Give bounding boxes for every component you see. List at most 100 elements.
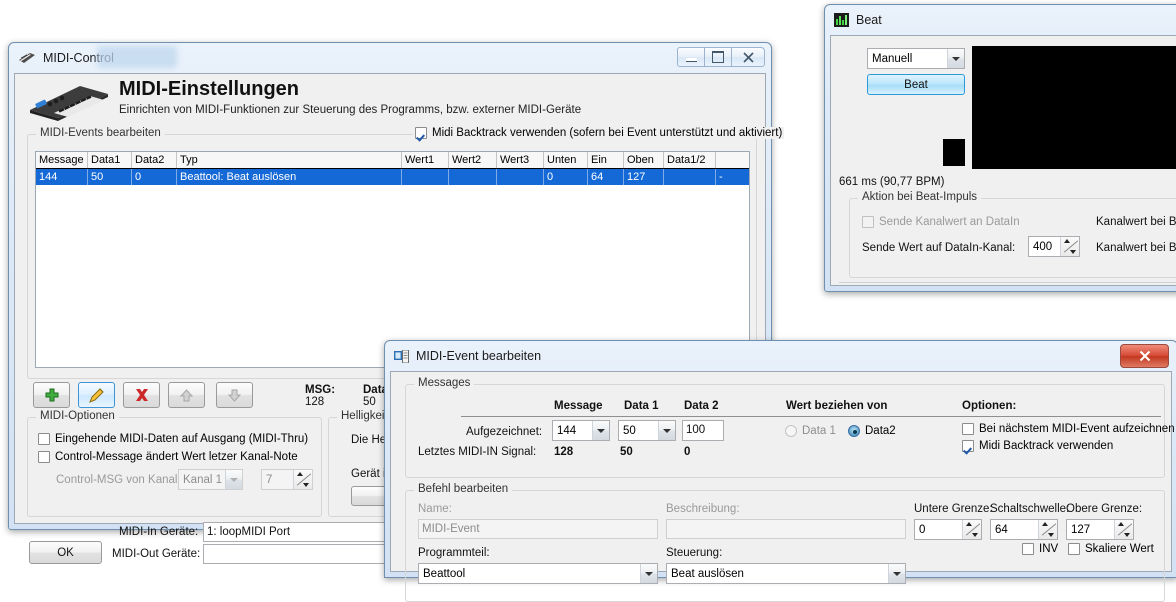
listview-rows: 144500Beattool: Beat auslösen064127- xyxy=(36,169,749,185)
recorded-message-select[interactable]: 144 xyxy=(552,420,610,441)
inv-checkbox[interactable]: INV xyxy=(1022,543,1058,555)
table-cell: 64 xyxy=(588,169,624,185)
column-header[interactable]: Data1 xyxy=(88,152,132,168)
column-header[interactable]: Wert1 xyxy=(402,152,449,168)
upper-limit-spinner[interactable]: 127 xyxy=(1066,519,1134,540)
listview-header-row: MessageData1Data2TypWert1Wert2Wert3Unten… xyxy=(36,152,749,169)
control-select-label: Steuerung: xyxy=(666,547,722,559)
control-select[interactable]: Beat auslösen xyxy=(666,563,906,584)
name-label: Name: xyxy=(418,503,452,515)
column-header[interactable]: Data2 xyxy=(132,152,177,168)
maximize-button[interactable] xyxy=(704,47,732,67)
move-up-button[interactable] xyxy=(168,382,205,408)
events-listview[interactable]: MessageData1Data2TypWert1Wert2Wert3Unten… xyxy=(35,151,750,368)
chevron-down-icon xyxy=(888,564,905,583)
table-cell xyxy=(664,169,716,185)
send-value-spinner[interactable]: 400 xyxy=(1028,236,1080,257)
column-header[interactable]: Wert3 xyxy=(497,152,544,168)
recorded-data2-input[interactable]: 100 xyxy=(682,420,724,441)
checkbox-box xyxy=(415,127,427,139)
midi-options-legend: MIDI-Optionen xyxy=(36,410,119,422)
control-msg-number-value: 7 xyxy=(262,474,293,486)
spinner-arrows[interactable] xyxy=(1114,520,1133,539)
midi-event-dialog: MIDI-Event bearbeiten Messages Message D… xyxy=(384,340,1176,578)
checkbox-box xyxy=(862,216,874,228)
threshold-spinner[interactable]: 64 xyxy=(990,519,1058,540)
radio-box xyxy=(785,425,797,437)
dialog-backtrack-checkbox[interactable]: Midi Backtrack verwenden xyxy=(962,440,1113,452)
last-signal-data1: 50 xyxy=(620,446,633,458)
midi-options-group: MIDI-Optionen Eingehende MIDI-Daten auf … xyxy=(27,417,322,517)
last-signal-label: Letztes MIDI-IN Signal: xyxy=(418,446,536,458)
edit-event-button[interactable] xyxy=(78,382,115,408)
table-cell: 0 xyxy=(544,169,588,185)
beat-equalizer-icon xyxy=(834,13,849,27)
value-from-data2-radio[interactable]: Data2 xyxy=(848,425,896,437)
column-header[interactable]: Unten xyxy=(544,152,588,168)
control-msg-channel-select[interactable]: Kanal 1 xyxy=(178,469,243,490)
column-header[interactable]: Wert2 xyxy=(449,152,497,168)
status-msg-label: MSG: xyxy=(305,384,335,396)
table-row[interactable]: 144500Beattool: Beat auslösen064127- xyxy=(36,169,749,185)
close-button[interactable] xyxy=(731,47,765,67)
event-dialog-close-button[interactable] xyxy=(1120,344,1169,368)
control-value: Beat auslösen xyxy=(667,568,888,580)
column-header[interactable]: Typ xyxy=(177,152,402,168)
record-next-event-checkbox[interactable]: Bei nächstem MIDI-Event aufzeichnen xyxy=(962,423,1175,435)
move-down-button[interactable] xyxy=(216,382,253,408)
midi-backtrack-checkbox[interactable]: Midi Backtrack verwenden (sofern bei Eve… xyxy=(413,127,784,139)
checkbox-box xyxy=(962,440,974,452)
spinner-arrows[interactable] xyxy=(1060,237,1079,256)
event-dialog-titlebar[interactable]: MIDI-Event bearbeiten xyxy=(385,341,1176,371)
beat-button[interactable]: Beat xyxy=(867,74,965,95)
control-message-label: Control-Message ändert Wert letzer Kanal… xyxy=(55,451,298,463)
arrow-down-icon xyxy=(227,388,242,403)
delete-event-button[interactable] xyxy=(123,382,160,408)
recorded-data1-select[interactable]: 50 xyxy=(618,420,676,441)
add-event-button[interactable] xyxy=(33,382,70,408)
beat-action-legend: Aktion bei Beat-Impuls xyxy=(858,191,981,203)
ok-button[interactable]: OK xyxy=(29,541,102,564)
control-message-checkbox[interactable]: Control-Message ändert Wert letzer Kanal… xyxy=(38,451,298,463)
spinner-arrows[interactable] xyxy=(293,470,312,489)
send-channel-value-label: Sende Kanalwert an DataIn xyxy=(879,216,1020,228)
column-header[interactable]: Message xyxy=(36,152,88,168)
name-input[interactable]: MIDI-Event xyxy=(418,519,658,539)
add-icon xyxy=(44,387,60,403)
program-part-select[interactable]: Beattool xyxy=(418,563,658,584)
dialog-backtrack-label: Midi Backtrack verwenden xyxy=(979,440,1113,452)
send-channel-value-checkbox[interactable]: Sende Kanalwert an DataIn xyxy=(862,216,1020,228)
description-input[interactable] xyxy=(666,519,906,539)
beat-titlebar[interactable]: Beat xyxy=(825,5,1176,35)
table-cell: 50 xyxy=(88,169,132,185)
edit-icon xyxy=(88,387,105,404)
minimize-button[interactable] xyxy=(677,47,705,67)
midi-thru-checkbox[interactable]: Eingehende MIDI-Daten auf Ausgang (MIDI-… xyxy=(38,433,308,445)
midi-keyboard-icon xyxy=(18,51,36,65)
column-header[interactable]: Oben xyxy=(624,152,664,168)
table-cell: - xyxy=(716,169,750,185)
column-header[interactable] xyxy=(716,152,750,168)
control-msg-channel-label: Control-MSG von Kanal: xyxy=(56,474,181,486)
midi-backtrack-label: Midi Backtrack verwenden (sofern bei Eve… xyxy=(432,127,782,139)
chevron-down-icon xyxy=(640,564,657,583)
value-from-data1-radio[interactable]: Data 1 xyxy=(785,425,836,437)
column-header[interactable]: Data1/2 xyxy=(664,152,716,168)
beat-mode-select[interactable]: Manuell xyxy=(867,48,965,69)
lower-limit-spinner[interactable]: 0 xyxy=(914,519,982,540)
ok-button-label: OK xyxy=(57,547,74,559)
recorded-data2-value: 100 xyxy=(686,424,705,436)
options-header: Optionen: xyxy=(962,400,1016,412)
events-group-legend: MIDI-Events bearbeiten xyxy=(36,127,165,139)
recorded-data1-value: 50 xyxy=(619,425,658,437)
control-msg-number-spinner[interactable]: 7 xyxy=(261,469,313,490)
scale-value-checkbox[interactable]: Skaliere Wert xyxy=(1068,543,1154,555)
midi-in-label: MIDI-In Geräte: xyxy=(119,526,198,538)
page-subtitle: Einrichten von MIDI-Funktionen zur Steue… xyxy=(119,104,581,116)
close-icon xyxy=(1139,350,1151,362)
column-header[interactable]: Ein xyxy=(588,152,624,168)
upper-limit-value: 127 xyxy=(1067,524,1114,536)
spinner-arrows[interactable] xyxy=(1038,520,1057,539)
midi-control-titlebar[interactable]: MIDI-Control xyxy=(9,43,771,73)
spinner-arrows[interactable] xyxy=(962,520,981,539)
